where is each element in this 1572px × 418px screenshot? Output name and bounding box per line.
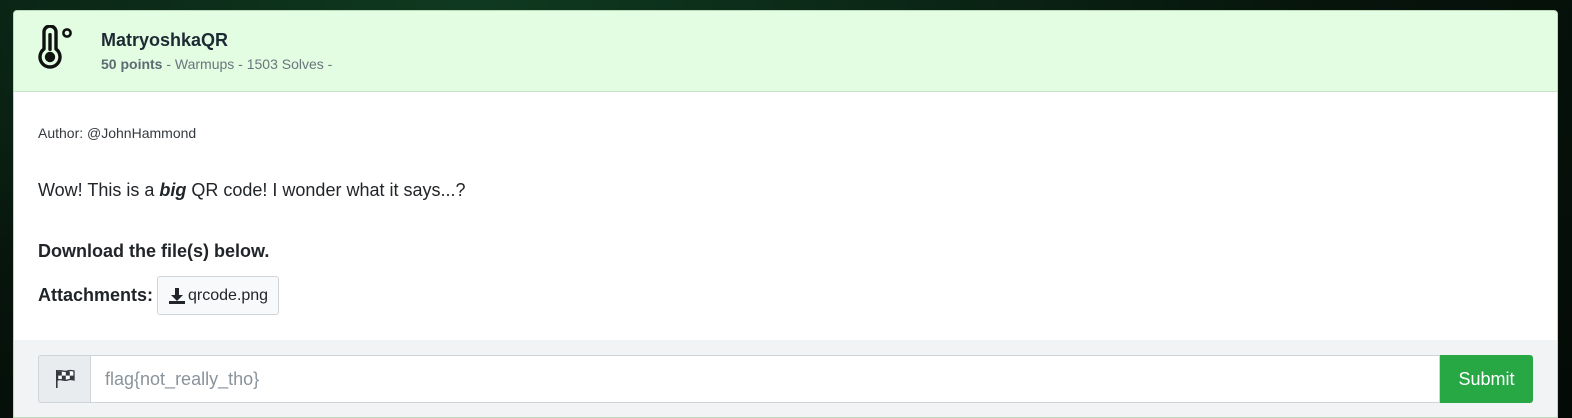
challenge-header: MatryoshkaQR 50 points - Warmups - 1503 … [14,11,1557,92]
category-solves: - Warmups - 1503 Solves - [162,56,333,72]
flag-addon [38,355,90,403]
author-line: Author: @JohnHammond [38,125,197,141]
challenge-card: MatryoshkaQR 50 points - Warmups - 1503 … [13,10,1558,418]
challenge-title: MatryoshkaQR [101,30,229,50]
submit-button[interactable]: Submit [1440,355,1533,403]
attachments-row: Attachments: qrcode.png [38,276,280,315]
download-icon [169,287,186,304]
challenge-description: Wow! This is a big QR code! I wonder wha… [38,180,466,200]
attachments-label: Attachments: [38,285,154,305]
challenge-meta: 50 points - Warmups - 1503 Solves - [101,56,332,72]
points-badge: 50 points [101,56,163,72]
flag-submission-area: Submit [14,340,1557,417]
challenge-body: Author: @JohnHammond Wow! This is a big … [14,92,1557,340]
emphasis-text: big [159,180,187,200]
download-heading: Download the file(s) below. [38,241,270,261]
checkered-flag-icon [55,369,75,388]
thermometer-degree-icon [36,24,82,71]
flag-form: Submit [38,355,1533,403]
attachment-qrcode-button[interactable]: qrcode.png [157,276,280,315]
attachment-name: qrcode.png [188,286,269,304]
flag-input[interactable] [90,355,1440,403]
